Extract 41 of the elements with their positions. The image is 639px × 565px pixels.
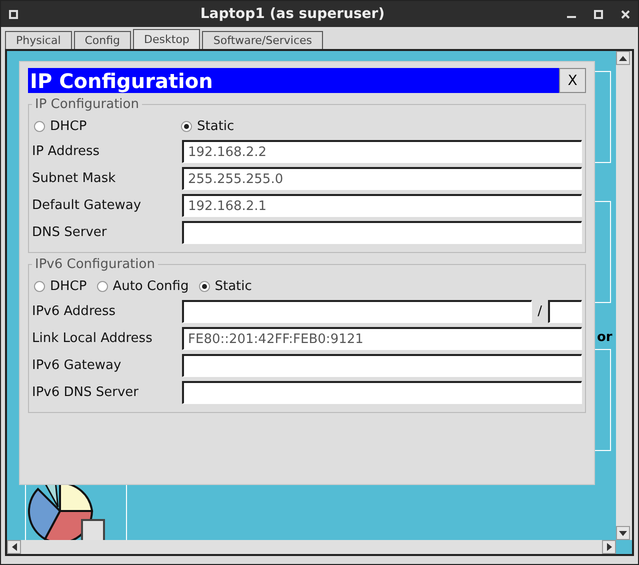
close-button[interactable]: X [559,68,586,93]
input-field[interactable]: FE80::201:42FF:FEB0:9121 [182,327,582,350]
field-label: Subnet Mask [32,171,117,186]
field-label: IP Address [32,144,101,159]
group-title: IPv6 Configuration [34,257,156,272]
radio-button[interactable]: DHCP [34,118,171,134]
input-field[interactable]: 192.168.2.1 [182,194,582,217]
tab[interactable]: Software/Services [202,31,324,49]
dialog-title: IP Configuration [29,68,214,92]
group-title: IP Configuration [34,97,140,112]
scroll-up-icon[interactable] [619,56,627,60]
scrollbar-corner [616,540,632,554]
scroll-right-icon[interactable] [606,543,612,551]
input-field[interactable]: 255.255.255.0 [182,167,582,190]
input-field[interactable] [182,300,532,323]
separator-label: / [538,304,542,319]
radio-button[interactable]: Auto Config [96,278,189,294]
field-label: IPv6 Gateway [32,358,122,373]
window-menu-icon[interactable] [9,10,18,18]
input-field[interactable]: 192.168.2.2 [182,140,582,163]
close-icon[interactable] [621,10,630,18]
window-title: Laptop1 (as superuser) [199,6,386,22]
field-label: IPv6 DNS Server [32,385,140,400]
input-field[interactable] [182,381,582,404]
field-label: DNS Server [32,225,108,240]
scroll-down-icon[interactable] [619,530,627,536]
tab[interactable]: Desktop [133,29,200,49]
scroll-left-icon[interactable] [12,543,16,551]
field-label: Link Local Address [32,331,154,346]
input-field[interactable] [182,354,582,377]
radio-button[interactable]: Static [198,278,252,294]
radio-button[interactable]: DHCP [34,278,87,294]
maximize-icon[interactable] [594,10,603,18]
icon-label: or [597,330,612,345]
tab[interactable]: Physical [5,31,72,49]
tab[interactable]: Config [74,31,132,49]
field-label: Default Gateway [32,198,142,213]
radio-button[interactable]: Static [181,118,318,134]
input-field[interactable] [182,221,582,244]
field-label: IPv6 Address [32,304,117,319]
prefix-field[interactable] [548,300,582,323]
